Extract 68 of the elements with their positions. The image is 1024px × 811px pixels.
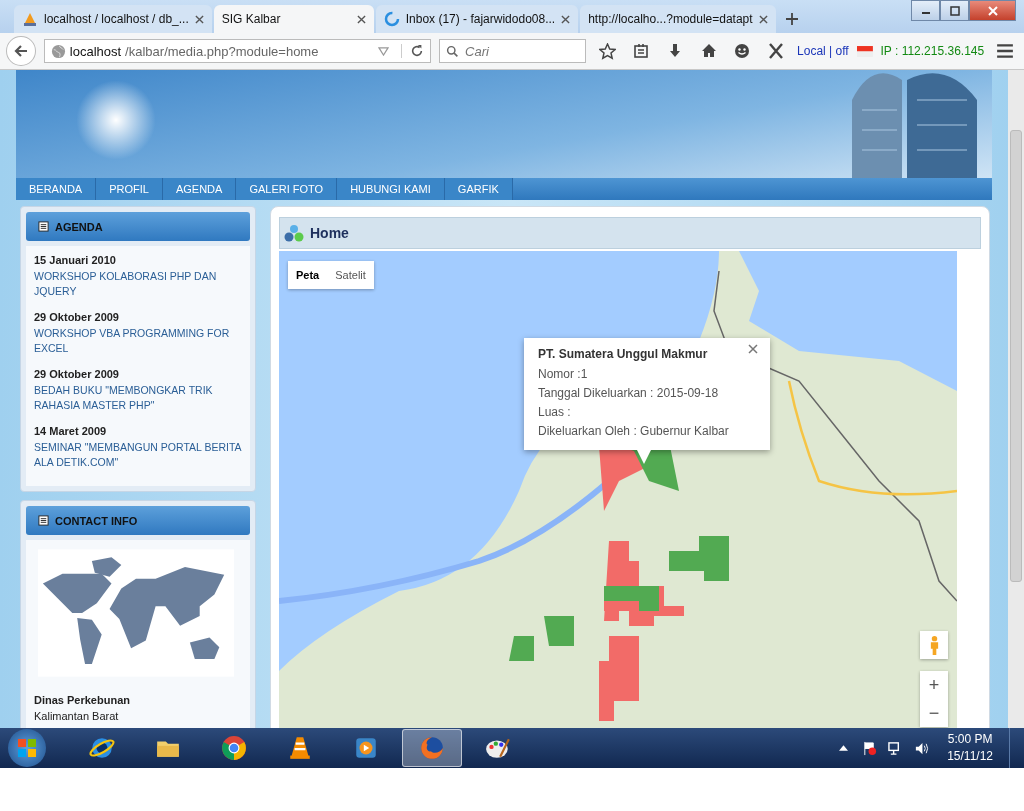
info-line: Dikeluarkan Oleh : Gubernur Kalbar <box>538 423 730 440</box>
dropdown-icon[interactable] <box>378 46 390 56</box>
minimize-icon[interactable] <box>911 0 940 21</box>
agenda-link[interactable]: SEMINAR "MEMBANGUN PORTAL BERITA ALA DETIK.COM" <box>34 440 242 470</box>
agenda-link[interactable]: WORKSHOP VBA PROGRAMMING FOR EXCEL <box>34 326 242 356</box>
search-icon <box>446 44 460 58</box>
fox-globe-icon <box>419 735 445 761</box>
info-line: Nomor :1 <box>538 366 589 383</box>
bubbles-icon <box>284 224 304 242</box>
map-type-button[interactable]: Satelit <box>327 261 374 289</box>
e-globe-icon <box>89 735 115 761</box>
info-line: Luas : <box>538 404 572 421</box>
agenda-link[interactable]: BEDAH BUKU "MEMBONGKAR TRIK RAHASIA MASTER PHP" <box>34 383 242 413</box>
close-icon[interactable] <box>758 14 768 24</box>
show-hidden-icon[interactable] <box>838 745 848 751</box>
zoom-out-button[interactable]: − <box>920 699 948 727</box>
address-bar[interactable]: localhost /kalbar/media.php?module=home <box>43 39 432 63</box>
info-line: Tanggal Dikeluarkan : 2015-09-18 <box>538 385 720 402</box>
round-logo-icon <box>221 735 247 761</box>
close-icon[interactable] <box>748 344 758 354</box>
agenda-link[interactable]: WORKSHOP KOLABORASI PHP DAN JQUERY <box>34 269 242 299</box>
sail-icon <box>22 11 38 27</box>
nav-menu-item[interactable]: PROFIL <box>96 178 163 200</box>
close-icon[interactable] <box>356 14 366 24</box>
scrollbar[interactable] <box>1008 70 1024 728</box>
browser-tab[interactable]: localhost / localhost / db_... <box>14 5 212 33</box>
back-button[interactable] <box>6 36 36 66</box>
globe-icon <box>50 43 66 59</box>
nav-menu-item[interactable]: BERANDA <box>16 178 97 200</box>
start-button[interactable] <box>8 729 46 767</box>
agenda-date: 29 Oktober 2009 <box>34 311 120 323</box>
browser-tab[interactable]: http://localho...?module=datapt <box>580 5 776 33</box>
panel-title: AGENDA <box>55 220 103 233</box>
browser-tab[interactable]: Inbox (17) - fajarwidodo08... <box>375 5 579 33</box>
loading-icon <box>383 11 400 27</box>
list-icon <box>38 515 49 526</box>
flag-icon <box>856 45 873 57</box>
info-title: PT. Sumatera Unggul Makmur <box>538 347 709 361</box>
back-arrow-icon <box>12 43 29 59</box>
nav-menu-item[interactable]: GALERI FOTO <box>236 178 338 200</box>
search-input[interactable]: Cari <box>463 42 578 60</box>
contact-name: Dinas Perkebunan <box>34 694 131 706</box>
close-icon[interactable] <box>561 14 571 24</box>
maximize-icon[interactable] <box>940 0 969 21</box>
new-tab-icon[interactable] <box>785 13 798 25</box>
clock[interactable]: 5:00 PM 15/11/12 <box>937 731 1003 765</box>
search-field[interactable]: Cari <box>439 39 587 63</box>
ip-text: IP : 112.215.36.145 <box>880 44 985 58</box>
agenda-date: 29 Oktober 2009 <box>34 368 120 380</box>
contact-address: Kalimantan Barat <box>34 710 120 724</box>
browser-tab[interactable]: SIG Kalbar <box>213 5 374 33</box>
nav-menu-item[interactable]: AGENDA <box>162 178 237 200</box>
agenda-date: 15 Januari 2010 <box>34 254 117 266</box>
nav-menu-item[interactable]: HUBUNGI KAMI <box>337 178 445 200</box>
close-icon[interactable] <box>194 14 204 24</box>
traffic-cone-icon <box>287 735 313 761</box>
nav-menu-item[interactable]: GARFIK <box>444 178 513 200</box>
map-type-button[interactable]: Peta <box>288 261 328 289</box>
play-icon <box>353 735 379 761</box>
panel-title: Home <box>310 225 349 241</box>
reload-icon[interactable] <box>410 44 425 58</box>
start-logo-icon <box>17 738 37 758</box>
list-icon <box>38 221 49 232</box>
zoom-in-button[interactable]: + <box>920 671 948 699</box>
status-text: Local | off <box>797 44 849 58</box>
panel-title: CONTACT INFO <box>55 514 138 527</box>
agenda-date: 14 Maret 2009 <box>34 425 108 437</box>
close-icon[interactable] <box>969 0 1016 21</box>
